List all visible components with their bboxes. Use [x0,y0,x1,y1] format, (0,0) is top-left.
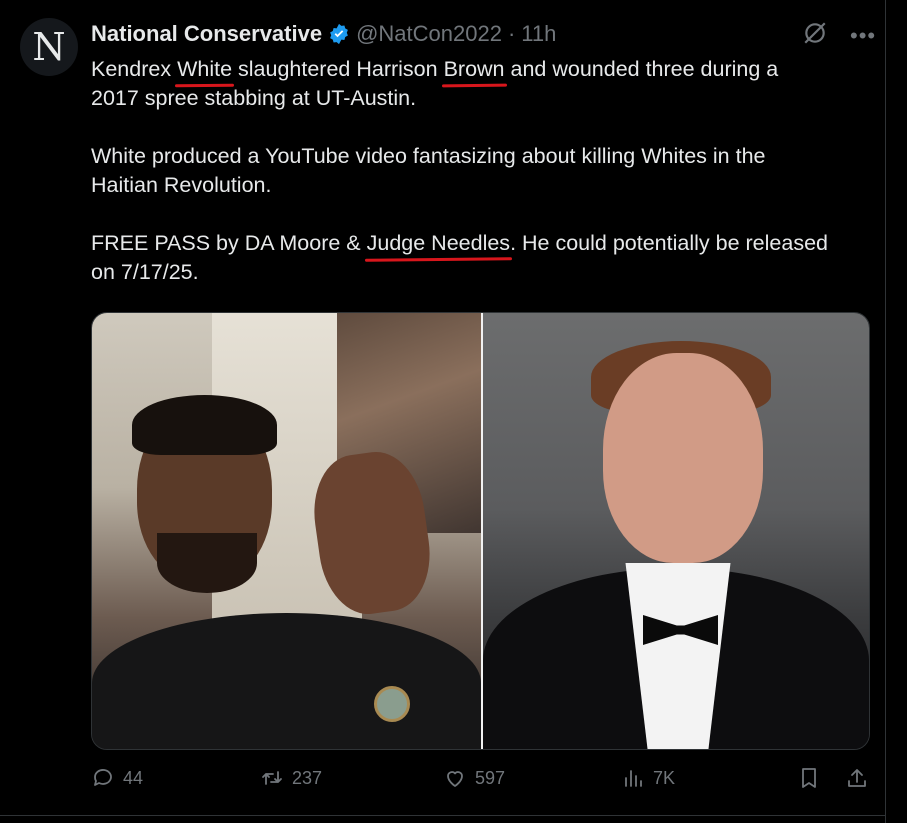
bookmark-icon [802,768,816,788]
repost-count: 237 [292,767,323,788]
reply-button[interactable]: 44 [91,766,143,790]
tweet-actions: 44 237 597 7K [91,766,869,796]
author-handle[interactable]: @NatCon2022 [356,21,502,47]
like-button[interactable]: 597 [443,766,505,790]
reply-count: 44 [123,767,144,788]
header-separator: · [507,21,516,46]
share-button[interactable] [845,766,869,790]
verified-badge-icon [328,23,350,45]
share-icon [848,769,866,787]
tweet-line-3: White produced a YouTube video fantasizi… [91,144,766,168]
repost-button[interactable]: 237 [260,766,322,790]
column-border-right [885,0,886,823]
media-photo-left[interactable] [92,313,481,749]
underlined-white: White [177,57,233,81]
tweet-line-5: FREE PASS by DA Moore & Judge Needles. H… [91,231,828,255]
tweet-header: National Conservative @NatCon2022 · 11h [91,20,556,48]
underlined-judge-needles: Judge Needles [366,231,511,255]
author-name[interactable]: National Conservative [91,21,322,47]
tweet-media[interactable] [91,312,870,750]
tweet-text: Kendrex White slaughtered Harrison Brown… [91,55,871,287]
like-count: 597 [475,767,506,788]
views-chart-icon [625,770,642,787]
heart-icon [447,771,463,787]
underlined-brown: Brown [443,57,505,81]
header-actions: ••• [802,20,876,51]
views-button[interactable]: 7K [621,766,675,790]
avatar[interactable]: N [20,18,78,76]
view-count: 7K [653,767,676,788]
grok-icon[interactable] [802,20,828,51]
tweet-line-6: on 7/17/25. [91,260,199,284]
avatar-letter: N [32,25,66,69]
reply-icon [94,769,112,786]
tweet-divider [0,815,886,816]
media-photo-right[interactable] [483,313,869,749]
more-options-icon[interactable]: ••• [850,23,876,49]
tweet-line-1: Kendrex White slaughtered Harrison Brown… [91,57,779,81]
tweet-line-4: Haitian Revolution. [91,173,272,197]
tweet-timestamp[interactable]: 11h [521,21,556,47]
bookmark-button[interactable] [797,766,821,790]
repost-icon [262,771,282,785]
tweet-line-2: 2017 spree stabbing at UT-Austin. [91,86,417,110]
